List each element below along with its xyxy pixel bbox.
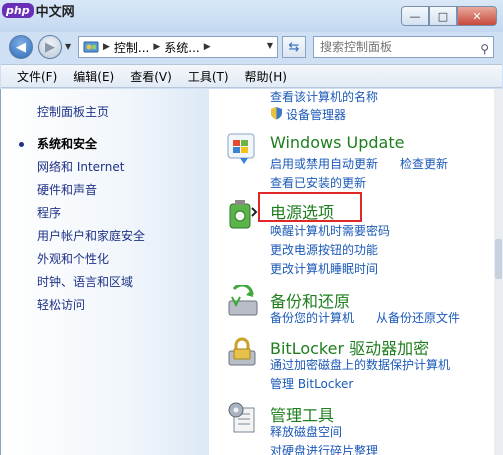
- breadcrumb-item-control-panel[interactable]: 控制...: [114, 39, 149, 56]
- address-dropdown[interactable]: ▼: [267, 41, 273, 50]
- view-installed-updates-link[interactable]: 查看已安装的更新: [270, 174, 366, 191]
- refresh-button[interactable]: ⇆: [282, 36, 306, 58]
- breadcrumb-item-system[interactable]: 系统...: [164, 39, 199, 56]
- menu-view[interactable]: 查看(V): [122, 68, 180, 85]
- scrollbar-thumb[interactable]: [495, 239, 502, 279]
- sidebar-item-programs[interactable]: 程序: [37, 204, 61, 221]
- restore-files-link[interactable]: 从备份还原文件: [376, 309, 460, 326]
- arrow-left-icon: ◀: [16, 39, 26, 55]
- breadcrumb-separator: ▶: [203, 42, 211, 52]
- control-panel-icon: [83, 41, 99, 53]
- windows-update-icon: [227, 133, 255, 164]
- windows-update-heading[interactable]: Windows Update: [270, 133, 404, 152]
- menu-edit[interactable]: 编辑(E): [65, 68, 122, 85]
- address-bar[interactable]: ▶ 控制... ▶ 系统... ▶ ▼: [78, 36, 278, 58]
- defragment-link[interactable]: 对硬盘进行碎片整理: [270, 442, 378, 455]
- menu-help[interactable]: 帮助(H): [237, 68, 295, 85]
- sidebar: 控制面板主页 系统和安全 网络和 Internet 硬件和声音 程序 用户帐户和…: [1, 89, 209, 455]
- sidebar-item-appearance[interactable]: 外观和个性化: [37, 250, 109, 267]
- menu-file[interactable]: 文件(F): [9, 68, 65, 85]
- watermark-badge: php: [2, 3, 34, 18]
- view-computer-name-link[interactable]: 查看该计算机的名称: [270, 88, 378, 105]
- sidebar-item-clock-region[interactable]: 时钟、语言和区域: [37, 273, 133, 290]
- sidebar-item-hardware[interactable]: 硬件和声音: [37, 181, 97, 198]
- menu-bar: 文件(F) 编辑(E) 查看(V) 工具(T) 帮助(H): [1, 64, 502, 88]
- power-options-heading[interactable]: 电源选项: [270, 199, 334, 223]
- check-updates-link[interactable]: 检查更新: [400, 155, 448, 172]
- watermark-logo: php 中文网: [2, 1, 75, 20]
- vertical-scrollbar[interactable]: [494, 89, 503, 455]
- backup-computer-link[interactable]: 备份您的计算机: [270, 309, 354, 326]
- title-bar: php 中文网 — □ ✕: [0, 0, 503, 32]
- sidebar-item-ease-of-access[interactable]: 轻松访问: [37, 296, 85, 313]
- active-bullet-icon: [19, 142, 24, 147]
- search-input[interactable]: [320, 40, 470, 54]
- minimize-button[interactable]: —: [401, 6, 429, 26]
- shield-icon: [271, 107, 282, 120]
- manage-bitlocker-link[interactable]: 管理 BitLocker: [270, 375, 353, 392]
- menu-tools[interactable]: 工具(T): [180, 68, 237, 85]
- arrow-right-icon: ▶: [45, 39, 55, 55]
- sleep-time-link[interactable]: 更改计算机睡眠时间: [270, 260, 378, 277]
- refresh-icon: ⇆: [288, 39, 300, 55]
- toggle-auto-update-link[interactable]: 启用或禁用自动更新: [270, 155, 378, 172]
- search-box[interactable]: ⚲: [313, 36, 494, 58]
- search-icon[interactable]: ⚲: [480, 39, 489, 59]
- close-button[interactable]: ✕: [457, 6, 497, 26]
- breadcrumb-separator: ▶: [153, 42, 161, 52]
- free-disk-space-link[interactable]: 释放磁盘空间: [270, 423, 342, 440]
- power-options-icon: [229, 200, 258, 229]
- sidebar-item-network[interactable]: 网络和 Internet: [37, 158, 124, 175]
- backup-restore-icon: [228, 285, 258, 316]
- bitlocker-icon: [228, 337, 256, 366]
- sidebar-item-user-accounts[interactable]: 用户帐户和家庭安全: [37, 227, 145, 244]
- navigation-bar: ◀ ▶ ▼ ▶ 控制... ▶ 系统... ▶ ▼ ⇆ ⚲: [0, 32, 503, 62]
- window-controls: — □ ✕: [401, 6, 497, 26]
- maximize-button[interactable]: □: [429, 6, 457, 26]
- back-button[interactable]: ◀: [9, 35, 33, 59]
- forward-button[interactable]: ▶: [38, 35, 62, 59]
- breadcrumb-separator: ▶: [103, 42, 110, 52]
- encrypt-disk-link[interactable]: 通过加密磁盘上的数据保护计算机: [270, 356, 450, 373]
- watermark-text: 中文网: [35, 5, 75, 20]
- sidebar-item-system-security[interactable]: 系统和安全: [37, 135, 97, 152]
- sidebar-home-link[interactable]: 控制面板主页: [37, 103, 109, 120]
- admin-tools-icon: [228, 402, 255, 433]
- wake-password-link[interactable]: 唤醒计算机时需要密码: [270, 222, 390, 239]
- power-button-function-link[interactable]: 更改电源按钮的功能: [270, 241, 378, 258]
- recent-pages-dropdown[interactable]: ▼: [65, 42, 71, 51]
- device-manager-link[interactable]: 设备管理器: [286, 106, 346, 123]
